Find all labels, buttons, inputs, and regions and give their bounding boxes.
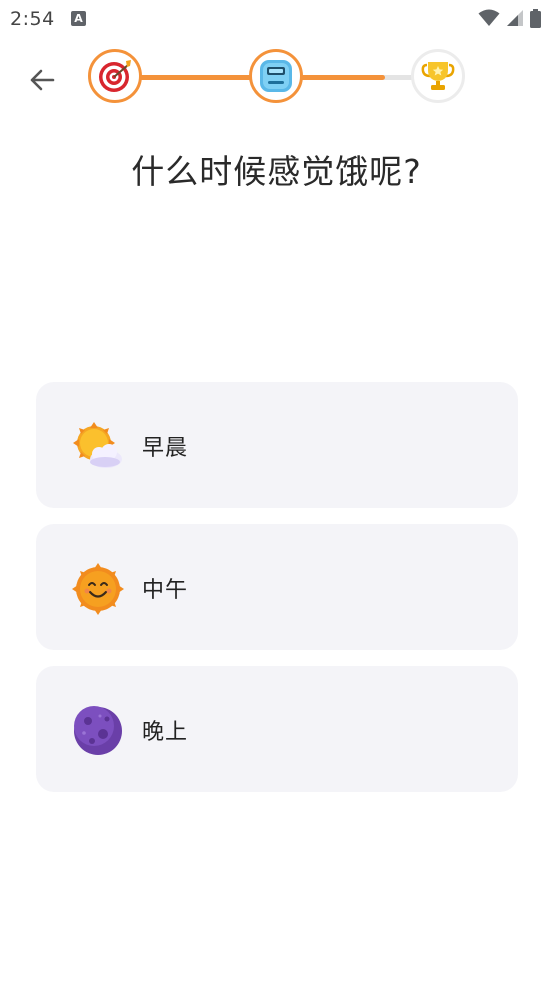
option-label: 早晨 [142, 436, 189, 461]
sun-behind-cloud-icon [73, 422, 122, 468]
target-icon [99, 60, 131, 92]
wifi-icon [478, 9, 500, 26]
trophy-icon [421, 62, 455, 90]
notification-a-icon: A [71, 11, 86, 26]
option-label: 中午 [142, 578, 189, 603]
step-weight [249, 49, 303, 103]
scale-icon [260, 60, 292, 92]
smiling-sun-icon [72, 563, 124, 615]
question-title: 什么时候感觉饿呢? [131, 152, 422, 191]
purple-moon-icon [74, 706, 122, 755]
option-list: 早晨 中午 晚上 [36, 382, 518, 808]
step-achievement [411, 49, 465, 103]
back-button[interactable] [22, 60, 62, 100]
cell-signal-icon [507, 10, 523, 26]
battery-icon [530, 8, 541, 28]
status-indicators [478, 8, 541, 28]
option-noon[interactable]: 中午 [36, 524, 518, 650]
option-label: 晚上 [142, 720, 189, 745]
step-goal [88, 49, 142, 103]
status-bar: 2:54 A [0, 0, 553, 36]
status-time: 2:54 [10, 8, 55, 30]
arrow-left-icon [30, 69, 55, 91]
option-evening[interactable]: 晚上 [36, 666, 518, 792]
option-morning[interactable]: 早晨 [36, 382, 518, 508]
